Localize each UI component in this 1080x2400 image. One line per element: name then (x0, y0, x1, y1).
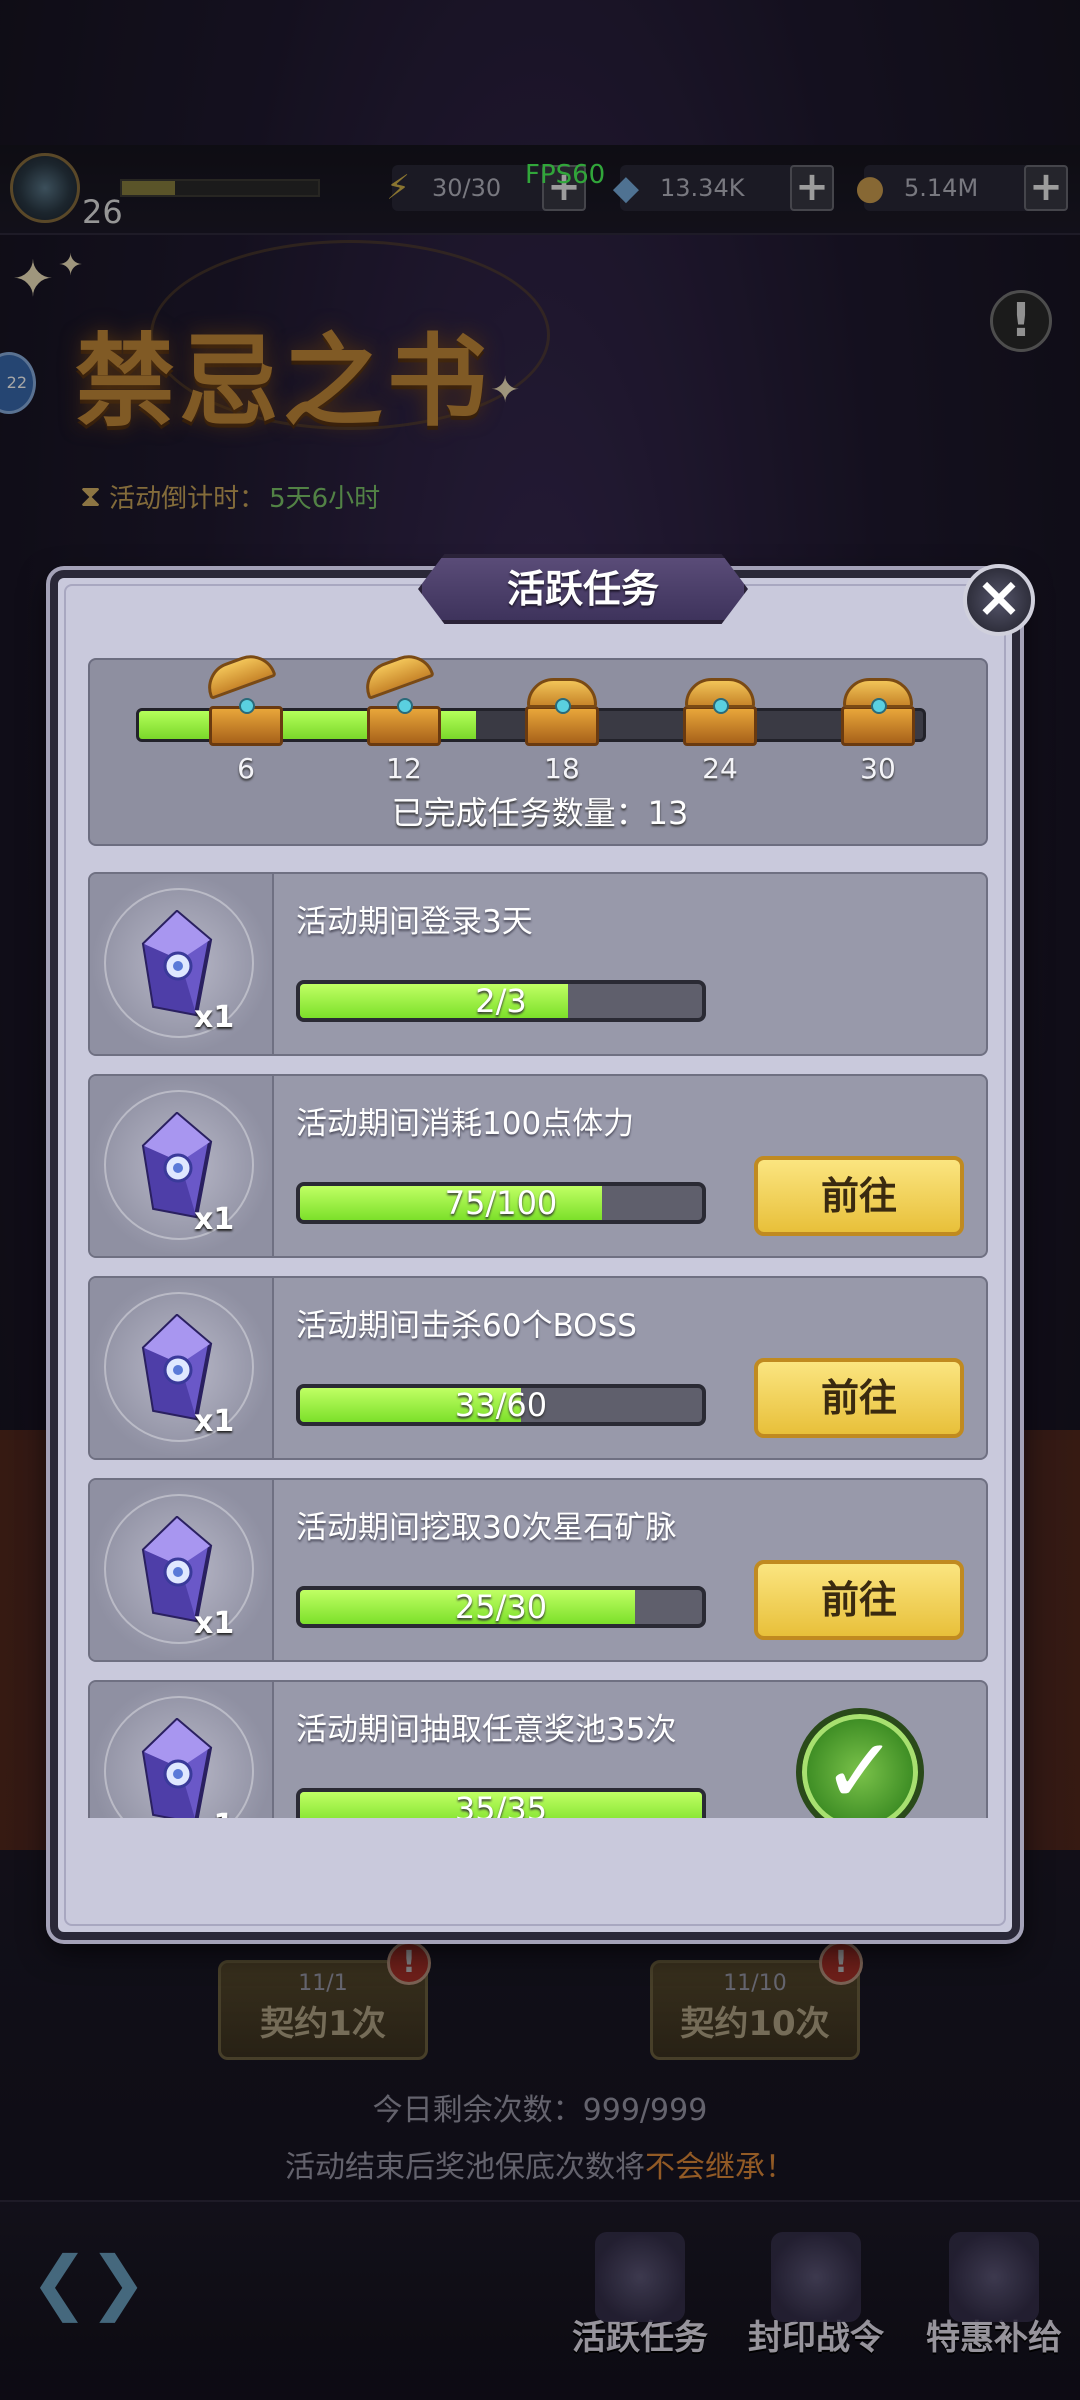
close-icon[interactable]: × (963, 564, 1035, 636)
completed-count: 已完成任务数量：13 (391, 794, 689, 832)
task-list[interactable]: x1 活动期间登录3天 2/3 x1 活动期间消耗100点体力 75/100 前往 x1 活动期… (88, 872, 988, 1818)
task-name: 活动期间消耗100点体力 (296, 1106, 635, 1142)
task-progress-text: 35/35 (454, 1790, 548, 1818)
milestone-chest-icon[interactable] (358, 647, 445, 748)
reward-quantity: x1 (194, 1606, 235, 1641)
task-row: x1 活动期间消耗100点体力 75/100 前往 (88, 1074, 988, 1258)
modal-title: 活跃任务 (506, 567, 659, 611)
task-name: 活动期间登录3天 (296, 904, 533, 940)
task-progress-bar: 2/3 (296, 980, 706, 1022)
task-row: x1 活动期间挖取30次星石矿脉 25/30 前往 (88, 1478, 988, 1662)
task-reward[interactable]: x1 (90, 874, 274, 1054)
task-progress-bar: 33/60 (296, 1384, 706, 1426)
milestone-chest-icon[interactable] (200, 647, 287, 748)
task-progress-bar: 35/35 (296, 1788, 706, 1818)
milestone-label: 12 (386, 752, 422, 785)
goto-button[interactable]: 前往 (754, 1560, 964, 1640)
task-reward[interactable]: x1 (90, 1076, 274, 1256)
task-progress-bar: 25/30 (296, 1586, 706, 1628)
task-row: x1 活动期间抽取任意奖池35次 35/35 ✓ (88, 1680, 988, 1818)
milestone-label: 24 (702, 752, 738, 785)
reward-quantity: x1 (194, 1404, 235, 1439)
task-progress-text: 33/60 (454, 1386, 548, 1424)
milestone-chest-icon[interactable] (679, 674, 761, 748)
goto-button[interactable]: 前往 (754, 1156, 964, 1236)
task-row: x1 活动期间击杀60个BOSS 33/60 前往 (88, 1276, 988, 1460)
milestone-label: 30 (860, 752, 896, 785)
completed-check-icon: ✓ (796, 1708, 924, 1818)
task-name: 活动期间击杀60个BOSS (296, 1308, 637, 1344)
milestone-label: 18 (544, 752, 580, 785)
task-reward[interactable]: x1 (90, 1682, 274, 1818)
reward-quantity: x1 (194, 1808, 234, 1818)
reward-quantity: x1 (194, 1202, 235, 1237)
active-tasks-modal: 活跃任务 × 6 12 18 24 30 已完成任务数量：13 x1 活动期间登录3天 2/… (50, 554, 1035, 1940)
task-progress-text: 2/3 (475, 982, 527, 1020)
task-reward[interactable]: x1 (90, 1278, 274, 1458)
milestone-chest-icon[interactable] (521, 674, 603, 748)
task-progress-bar: 75/100 (296, 1182, 706, 1224)
task-progress-text: 25/30 (454, 1588, 548, 1626)
crystal-icon (140, 1717, 214, 1818)
task-progress-text: 75/100 (444, 1184, 558, 1222)
task-reward[interactable]: x1 (90, 1480, 274, 1660)
task-name: 活动期间挖取30次星石矿脉 (296, 1510, 677, 1546)
milestone-panel: 6 12 18 24 30 已完成任务数量：13 (88, 647, 988, 846)
reward-quantity: x1 (194, 1000, 235, 1035)
milestone-chest-icon[interactable] (837, 674, 919, 748)
milestone-label: 6 (237, 752, 255, 785)
task-row: x1 活动期间登录3天 2/3 (88, 872, 988, 1056)
task-name: 活动期间抽取任意奖池35次 (296, 1712, 677, 1748)
goto-button[interactable]: 前往 (754, 1358, 964, 1438)
